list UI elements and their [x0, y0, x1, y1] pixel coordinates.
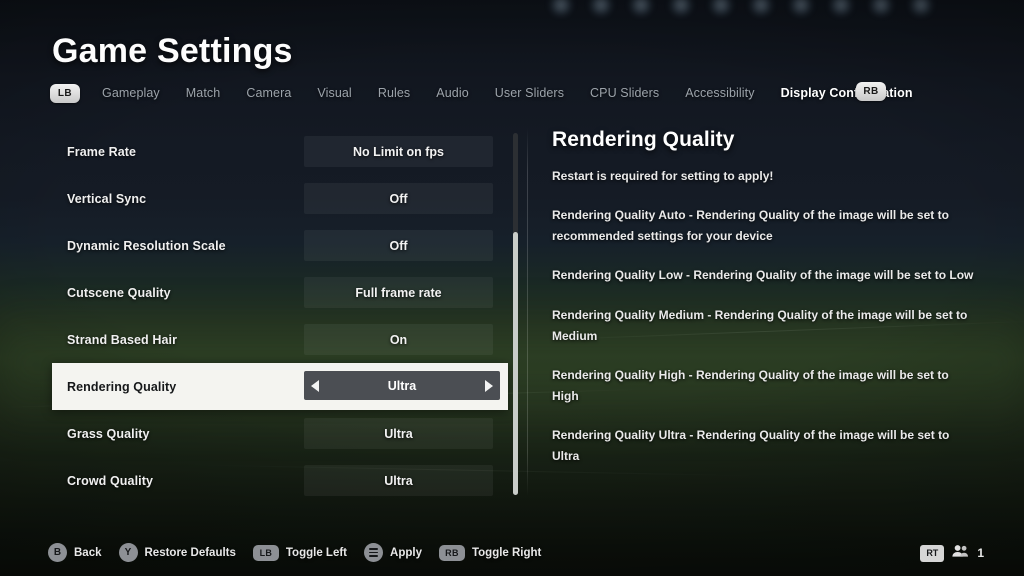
setting-label: Grass Quality: [67, 426, 150, 441]
setting-value: Ultra: [384, 426, 413, 441]
footer-action-label: Restore Defaults: [144, 546, 236, 559]
right-bumper-badge[interactable]: RB: [856, 82, 886, 101]
detail-panel: Rendering Quality Restart is required fo…: [552, 128, 976, 486]
chevron-right-icon[interactable]: [485, 379, 493, 392]
chevron-left-icon[interactable]: [311, 379, 319, 392]
button-badge-b[interactable]: B: [48, 543, 67, 562]
detail-description: Rendering Quality High - Rendering Quali…: [552, 368, 949, 403]
tab-gameplay[interactable]: Gameplay: [102, 86, 160, 100]
panel-divider: [527, 128, 528, 496]
setting-label: Vertical Sync: [67, 191, 147, 206]
setting-row[interactable]: Vertical Sync Off: [52, 175, 508, 222]
detail-description: Rendering Quality Auto - Rendering Quali…: [552, 208, 949, 243]
player-count: 1: [977, 546, 984, 560]
menu-icon[interactable]: [364, 543, 384, 562]
players-icon: [952, 544, 969, 562]
scrollbar-thumb[interactable]: [513, 232, 518, 495]
right-trigger-badge[interactable]: RT: [920, 544, 945, 562]
footer-action-label: Toggle Right: [471, 546, 542, 559]
tab-user-sliders[interactable]: User Sliders: [495, 86, 564, 100]
setting-row[interactable]: Crowd Quality Ultra: [52, 457, 508, 504]
left-bumper-badge[interactable]: LB: [50, 83, 80, 103]
footer-status: RT 1: [920, 544, 984, 562]
tab-audio[interactable]: Audio: [436, 86, 468, 100]
setting-label: Strand Based Hair: [67, 332, 178, 347]
detail-description: Rendering Quality Medium - Rendering Qua…: [552, 307, 968, 343]
detail-description: Rendering Quality Ultra - Rendering Qual…: [552, 428, 950, 463]
setting-value: On: [389, 332, 408, 347]
settings-list: Frame Rate No Limit on fps Vertical Sync Of…: [52, 128, 508, 504]
tab-camera[interactable]: Camera: [246, 86, 291, 100]
footer-action[interactable]: LB Toggle Left: [252, 544, 348, 561]
setting-row[interactable]: Frame Rate No Limit on fps: [52, 128, 508, 175]
footer-action[interactable]: B Back: [48, 543, 102, 562]
tab-rules[interactable]: Rules: [378, 86, 410, 100]
tab-accessibility[interactable]: Accessibility: [685, 86, 754, 100]
setting-label: Crowd Quality: [67, 473, 154, 488]
footer-action[interactable]: RB Toggle Right: [438, 544, 542, 561]
setting-label: Rendering Quality: [67, 379, 177, 394]
footer-action-label: Apply: [390, 546, 422, 559]
setting-row[interactable]: Cutscene Quality Full frame rate: [52, 269, 508, 316]
tab-match[interactable]: Match: [186, 86, 221, 100]
tab-display-configuration[interactable]: Display Configuration: [781, 86, 913, 100]
tab-cpu-sliders[interactable]: CPU Sliders: [590, 86, 659, 100]
setting-value: No Limit on fps: [353, 144, 444, 159]
bumper-badge-rb[interactable]: RB: [438, 544, 465, 561]
setting-label: Dynamic Resolution Scale: [67, 238, 226, 253]
settings-scrollbar[interactable]: [513, 133, 518, 495]
tab-list: Gameplay Match Camera Visual Rules Audio User …: [102, 86, 913, 100]
detail-description: Rendering Quality Low - Rendering Qualit…: [552, 268, 974, 283]
setting-row[interactable]: Strand Based Hair On: [52, 316, 508, 363]
setting-row[interactable]: Rendering Quality Ultra: [52, 363, 508, 410]
footer-action-label: Toggle Left: [285, 546, 348, 559]
setting-value: Off: [389, 238, 408, 253]
setting-value: Off: [389, 191, 408, 206]
footer-actions: B Back Y Restore Defaults LB Toggle Left Apply…: [48, 543, 541, 562]
detail-title: Rendering Quality: [552, 128, 735, 151]
setting-label: Frame Rate: [67, 144, 137, 159]
page-title: Game Settings: [52, 32, 293, 70]
setting-row[interactable]: Grass Quality Ultra: [52, 410, 508, 457]
tab-bar: LB Gameplay Match Camera Visual Rules Audio Us…: [50, 82, 912, 104]
footer-action[interactable]: Y Restore Defaults: [118, 543, 236, 562]
detail-description-list: Rendering Quality Auto - Rendering Quali…: [552, 205, 976, 467]
footer-action[interactable]: Apply: [364, 543, 422, 562]
value-stepper[interactable]: Ultra: [304, 371, 500, 400]
button-badge-y[interactable]: Y: [118, 543, 138, 562]
footer-action-label: Back: [74, 546, 102, 559]
setting-value: Full frame rate: [355, 285, 442, 300]
setting-value: Ultra: [387, 378, 417, 393]
setting-value: Ultra: [384, 473, 413, 488]
setting-label: Cutscene Quality: [67, 285, 171, 300]
setting-row[interactable]: Dynamic Resolution Scale Off: [52, 222, 508, 269]
restart-note: Restart is required for setting to apply…: [552, 169, 774, 183]
bumper-badge-lb[interactable]: LB: [252, 544, 279, 561]
tab-visual[interactable]: Visual: [317, 86, 351, 100]
